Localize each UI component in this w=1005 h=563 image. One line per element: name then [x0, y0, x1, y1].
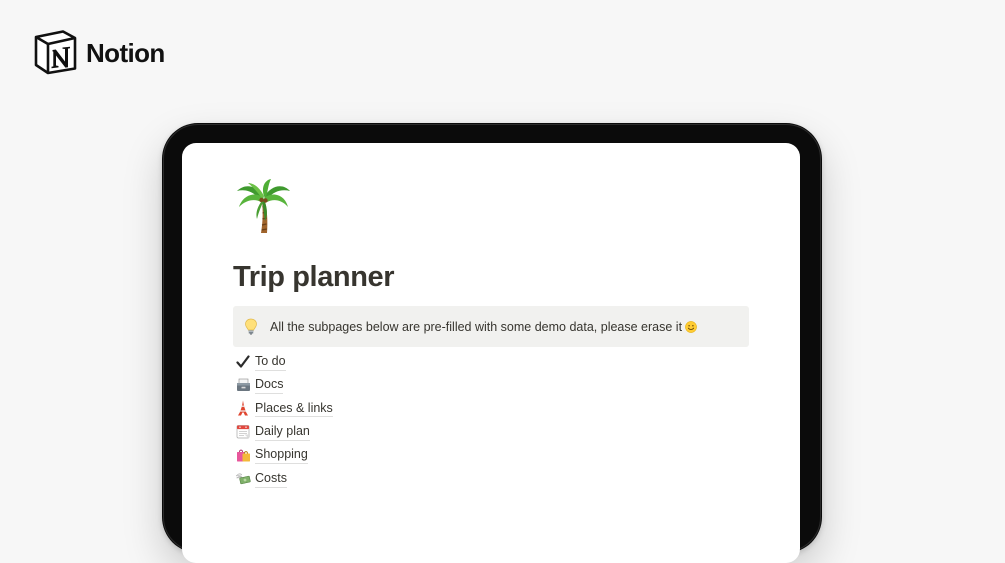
- subpage-docs[interactable]: Docs: [235, 373, 333, 396]
- subpage-label: Shopping: [255, 446, 308, 465]
- callout-block[interactable]: All the subpages below are pre-filled wi…: [233, 306, 749, 347]
- card-file-box-icon: [235, 377, 251, 393]
- shopping-bags-icon: [235, 447, 251, 463]
- check-mark-icon: [235, 354, 251, 370]
- subpage-label: Costs: [255, 470, 287, 488]
- tablet-screen: Trip planner All the subpages below are …: [182, 143, 800, 563]
- money-with-wings-icon: [235, 471, 251, 487]
- subpage-places-links[interactable]: Places & links: [235, 397, 333, 420]
- subpage-label: To do: [255, 353, 286, 371]
- subpage-label: Daily plan: [255, 423, 310, 441]
- subpage-to-do[interactable]: To do: [235, 350, 333, 373]
- palm-tree-icon[interactable]: [235, 177, 291, 237]
- subpage-label: Docs: [255, 376, 284, 395]
- brand-name: Notion: [86, 37, 165, 68]
- tokyo-tower-icon: [235, 400, 251, 416]
- page-title[interactable]: Trip planner: [233, 261, 395, 294]
- tablet-device-frame: Trip planner All the subpages below are …: [162, 123, 822, 563]
- callout-text: All the subpages below are pre-filled wi…: [270, 320, 697, 334]
- subpage-shopping[interactable]: Shopping: [235, 444, 333, 467]
- subpage-costs[interactable]: Costs: [235, 467, 333, 490]
- smiling-face-icon: [685, 320, 697, 333]
- calendar-icon: [235, 424, 251, 440]
- subpage-list: To do Docs Places & links Daily plan Sho…: [235, 350, 333, 490]
- subpage-label: Places & links: [255, 400, 333, 418]
- notion-logo-icon: [34, 30, 77, 75]
- light-bulb-icon: [245, 318, 257, 335]
- brand-header: Notion: [33, 28, 165, 75]
- subpage-daily-plan[interactable]: Daily plan: [235, 420, 333, 443]
